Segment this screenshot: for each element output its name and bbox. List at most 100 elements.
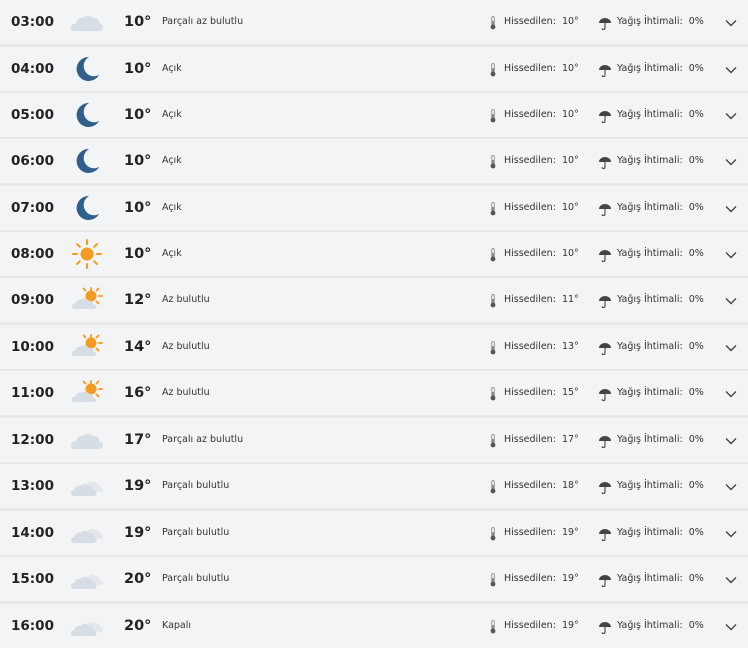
chevron-down-icon[interactable] [724, 386, 738, 400]
forecast-temperature: 19° [124, 478, 152, 494]
rain-chance-text: Yağış İhtimali: 0% [617, 341, 704, 352]
chevron-down-icon[interactable] [724, 572, 738, 586]
clouds-icon [69, 563, 105, 595]
forecast-row[interactable]: 15:00 20° Parçalı bulutlu Hissedilen: 19… [0, 557, 748, 601]
umbrella-icon [598, 201, 612, 217]
thermometer-icon [490, 386, 496, 401]
feels-like-text: Hissedilen: 17° [504, 434, 579, 445]
forecast-row[interactable]: 13:00 19° Parçalı bulutlu Hissedilen: 18… [0, 464, 748, 508]
thermometer-icon [490, 526, 496, 541]
umbrella-icon [598, 479, 612, 495]
forecast-condition: Parçalı az bulutlu [162, 16, 244, 27]
umbrella-icon [598, 386, 612, 402]
umbrella-icon [598, 572, 612, 588]
chevron-down-icon[interactable] [724, 62, 738, 76]
forecast-condition: Açık [162, 202, 182, 213]
forecast-condition: Az bulutlu [162, 294, 210, 305]
feels-like-text: Hissedilen: 19° [504, 573, 579, 584]
forecast-row[interactable]: 10:00 14° Az bulutlu Hissedilen: 13° Yağ… [0, 325, 748, 369]
thermometer-icon [490, 479, 496, 494]
chevron-down-icon[interactable] [724, 108, 738, 122]
forecast-temperature: 10° [124, 246, 152, 262]
sun-cloud-icon [69, 284, 105, 316]
forecast-row[interactable]: 04:00 10° Açık Hissedilen: 10° Yağış İht… [0, 47, 748, 91]
chevron-down-icon[interactable] [724, 154, 738, 168]
rain-chance-text: Yağış İhtimali: 0% [617, 573, 704, 584]
umbrella-icon [598, 619, 612, 635]
forecast-temperature: 10° [124, 153, 152, 169]
forecast-time: 14:00 [11, 525, 54, 541]
forecast-row[interactable]: 16:00 20° Kapalı Hissedilen: 19° Yağış İ… [0, 604, 748, 648]
thermometer-icon [490, 572, 496, 587]
forecast-condition: Açık [162, 109, 182, 120]
rain-chance-text: Yağış İhtimali: 0% [617, 63, 704, 74]
forecast-row[interactable]: 07:00 10° Açık Hissedilen: 10° Yağış İht… [0, 186, 748, 230]
sun-cloud-icon [69, 331, 105, 363]
chevron-down-icon[interactable] [724, 526, 738, 540]
thermometer-icon [490, 15, 496, 30]
chevron-down-icon[interactable] [724, 15, 738, 29]
sun-icon [69, 238, 105, 270]
umbrella-icon [598, 108, 612, 124]
forecast-row[interactable]: 03:00 10° Parçalı az bulutlu Hissedilen:… [0, 0, 748, 44]
forecast-row[interactable]: 08:00 10° Açık Hissedilen: 10° Yağış İht… [0, 232, 748, 276]
forecast-row[interactable]: 12:00 17° Parçalı az bulutlu Hissedilen:… [0, 418, 748, 462]
moon-icon [69, 99, 105, 131]
forecast-temperature: 10° [124, 61, 152, 77]
forecast-row[interactable]: 09:00 12° Az bulutlu Hissedilen: 11° Yağ… [0, 278, 748, 322]
forecast-temperature: 10° [124, 107, 152, 123]
forecast-temperature: 12° [124, 292, 152, 308]
forecast-row[interactable]: 06:00 10° Açık Hissedilen: 10° Yağış İht… [0, 139, 748, 183]
forecast-time: 07:00 [11, 200, 54, 216]
forecast-temperature: 14° [124, 339, 152, 355]
forecast-condition: Parçalı bulutlu [162, 480, 230, 491]
clouds-icon [69, 610, 105, 642]
chevron-down-icon[interactable] [724, 293, 738, 307]
forecast-condition: Az bulutlu [162, 387, 210, 398]
umbrella-icon [598, 247, 612, 263]
thermometer-icon [490, 433, 496, 448]
forecast-temperature: 17° [124, 432, 152, 448]
forecast-condition: Açık [162, 248, 182, 259]
forecast-condition: Parçalı bulutlu [162, 527, 230, 538]
feels-like-text: Hissedilen: 10° [504, 202, 579, 213]
chevron-down-icon[interactable] [724, 247, 738, 261]
thermometer-icon [490, 201, 496, 216]
chevron-down-icon[interactable] [724, 479, 738, 493]
rain-chance-text: Yağış İhtimali: 0% [617, 248, 704, 259]
chevron-down-icon[interactable] [724, 340, 738, 354]
feels-like-text: Hissedilen: 18° [504, 480, 579, 491]
rain-chance-text: Yağış İhtimali: 0% [617, 109, 704, 120]
feels-like-text: Hissedilen: 10° [504, 63, 579, 74]
forecast-row[interactable]: 14:00 19° Parçalı bulutlu Hissedilen: 19… [0, 511, 748, 555]
forecast-time: 15:00 [11, 571, 54, 587]
clouds-icon [69, 517, 105, 549]
feels-like-text: Hissedilen: 10° [504, 109, 579, 120]
forecast-condition: Açık [162, 155, 182, 166]
forecast-temperature: 16° [124, 385, 152, 401]
feels-like-text: Hissedilen: 19° [504, 620, 579, 631]
rain-chance-text: Yağış İhtimali: 0% [617, 202, 704, 213]
forecast-condition: Az bulutlu [162, 341, 210, 352]
thermometer-icon [490, 340, 496, 355]
forecast-condition: Parçalı bulutlu [162, 573, 230, 584]
feels-like-text: Hissedilen: 15° [504, 387, 579, 398]
forecast-condition: Parçalı az bulutlu [162, 434, 244, 445]
forecast-temperature: 10° [124, 200, 152, 216]
umbrella-icon [598, 154, 612, 170]
chevron-down-icon[interactable] [724, 619, 738, 633]
forecast-row[interactable]: 05:00 10° Açık Hissedilen: 10° Yağış İht… [0, 93, 748, 137]
umbrella-icon [598, 15, 612, 31]
forecast-row[interactable]: 11:00 16° Az bulutlu Hissedilen: 15° Yağ… [0, 371, 748, 415]
forecast-time: 05:00 [11, 107, 54, 123]
chevron-down-icon[interactable] [724, 201, 738, 215]
forecast-time: 16:00 [11, 618, 54, 634]
rain-chance-text: Yağış İhtimali: 0% [617, 480, 704, 491]
forecast-time: 04:00 [11, 61, 54, 77]
umbrella-icon [598, 293, 612, 309]
forecast-time: 06:00 [11, 153, 54, 169]
thermometer-icon [490, 62, 496, 77]
chevron-down-icon[interactable] [724, 433, 738, 447]
feels-like-text: Hissedilen: 10° [504, 155, 579, 166]
cloud-icon [69, 6, 105, 38]
